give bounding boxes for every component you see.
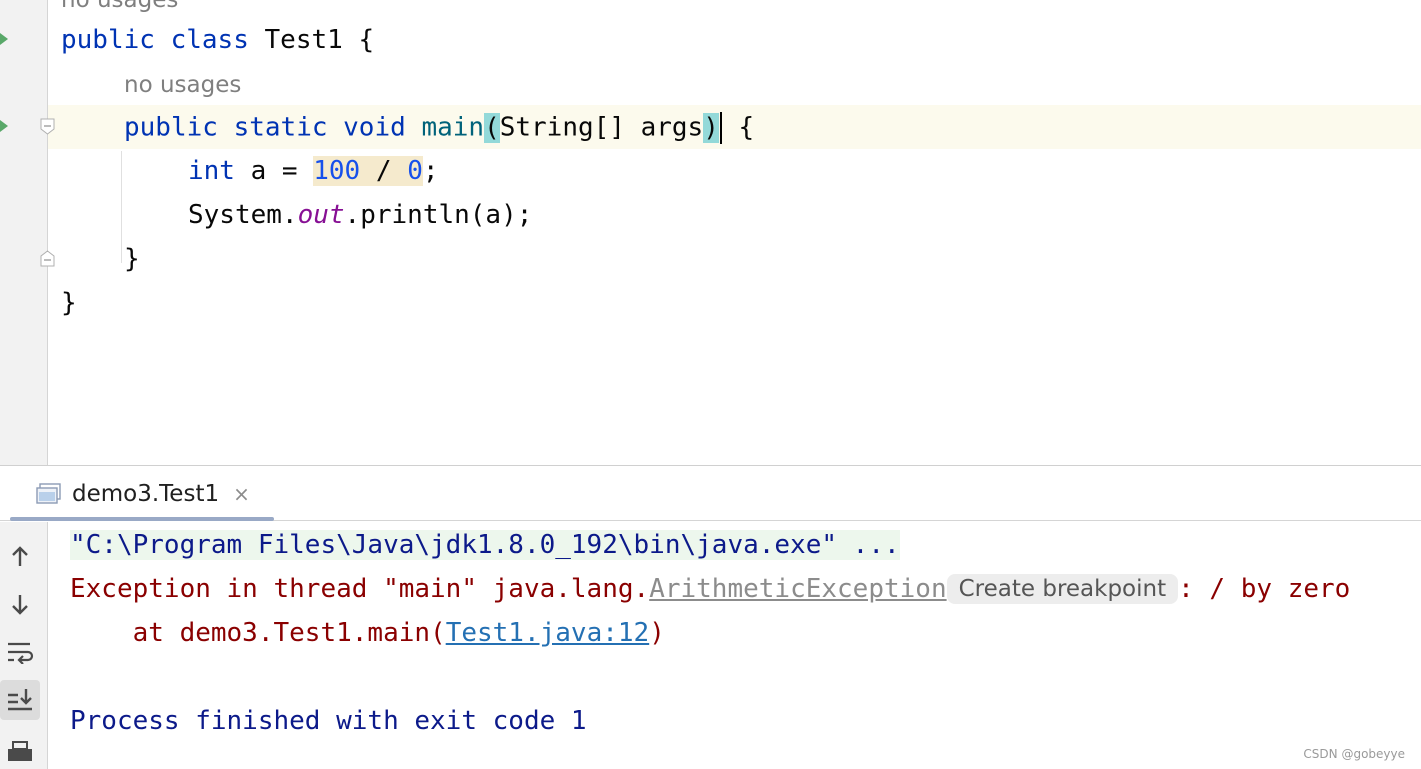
static-field: out xyxy=(297,200,345,230)
scroll-to-end-icon xyxy=(8,689,32,711)
scroll-to-end-button[interactable] xyxy=(0,680,40,720)
code-editor[interactable]: no usages public class Test1 { no usages… xyxy=(0,0,1421,465)
method-params: String[] args xyxy=(499,112,704,143)
console-stack-line: at demo3.Test1.main(Test1.java:12) xyxy=(70,618,665,648)
watermark: CSDN @gobeyye xyxy=(1303,747,1405,761)
code-line-close-class: } xyxy=(61,288,77,318)
run-tool-window: demo3.Test1 × "C:\Program Files\Java\jdk… xyxy=(0,465,1421,769)
run-class-icon[interactable] xyxy=(0,33,8,45)
soft-wrap-button[interactable] xyxy=(0,632,40,672)
brace: { xyxy=(358,25,375,55)
keyword: public xyxy=(124,112,218,143)
soft-wrap-icon xyxy=(8,642,34,664)
arrow-up-icon xyxy=(12,546,28,566)
division-by-zero-warning[interactable]: 100 / 0 xyxy=(313,156,423,186)
tab-label: demo3.Test1 xyxy=(72,480,220,507)
matched-paren-open: ( xyxy=(484,112,500,143)
exception-prefix: Exception in thread "main" java.lang. xyxy=(70,574,650,604)
semicolon: ; xyxy=(422,156,439,186)
brace: { xyxy=(738,112,755,143)
text-caret xyxy=(719,112,722,144)
print-icon xyxy=(8,741,32,761)
exception-suffix: : / by zero xyxy=(1178,574,1351,604)
keyword: public xyxy=(61,25,155,55)
create-breakpoint-button[interactable]: Create breakpoint xyxy=(946,574,1179,604)
source-location-link[interactable]: Test1.java:12 xyxy=(446,618,650,648)
code-line-println: System.out.println(a); xyxy=(188,200,532,230)
stack-prefix: at demo3.Test1.main( xyxy=(70,618,446,648)
matched-paren-close: ) xyxy=(703,112,719,143)
tab-run-config[interactable]: demo3.Test1 × xyxy=(30,466,260,521)
console-output[interactable]: "C:\Program Files\Java\jdk1.8.0_192\bin\… xyxy=(48,522,1421,769)
keyword: int xyxy=(188,156,235,186)
print-button[interactable] xyxy=(0,732,40,769)
code-line-class-decl: public class Test1 { xyxy=(61,25,374,55)
assignment: a = xyxy=(250,156,314,186)
run-main-icon[interactable] xyxy=(0,120,8,132)
number-literal: 0 xyxy=(407,156,423,186)
console-exception-line: Exception in thread "main" java.lang.Ari… xyxy=(70,574,1350,604)
keyword: class xyxy=(170,25,249,55)
exception-class-link[interactable]: ArithmeticException xyxy=(649,574,946,604)
keyword: void xyxy=(343,112,406,143)
keyword: static xyxy=(233,112,328,143)
code-line-int-decl: int a = 100 / 0; xyxy=(188,156,439,186)
code-line-main-decl: public static void main(String[] args) { xyxy=(124,112,754,144)
class-name: Test1 xyxy=(264,25,343,55)
run-tab-bar: demo3.Test1 × xyxy=(0,466,1421,521)
active-tab-indicator xyxy=(10,517,274,521)
method-call: .println(a); xyxy=(344,200,533,230)
arrow-down-icon xyxy=(12,595,28,615)
stack-suffix: ) xyxy=(649,618,665,648)
usage-hint-class[interactable]: no usages xyxy=(61,0,178,14)
tab-close-icon[interactable]: × xyxy=(233,482,250,506)
console-command-line: "C:\Program Files\Java\jdk1.8.0_192\bin\… xyxy=(70,530,900,560)
console-tab-icon xyxy=(36,482,61,504)
console-toolbar xyxy=(0,522,48,769)
editor-gutter xyxy=(0,0,48,465)
method-name: main xyxy=(421,112,485,143)
code-line-close-method: } xyxy=(124,244,140,274)
fold-end-icon[interactable] xyxy=(39,250,56,267)
number-literal: 100 xyxy=(313,156,361,186)
up-stack-button[interactable] xyxy=(0,537,40,577)
system-ref: System. xyxy=(188,200,298,230)
usage-hint-main[interactable]: no usages xyxy=(124,71,241,99)
down-stack-button[interactable] xyxy=(0,584,40,624)
indent-guide xyxy=(121,151,122,263)
operator: / xyxy=(360,156,408,186)
console-exit-line: Process finished with exit code 1 xyxy=(70,706,587,736)
fold-method-icon[interactable] xyxy=(39,118,56,135)
